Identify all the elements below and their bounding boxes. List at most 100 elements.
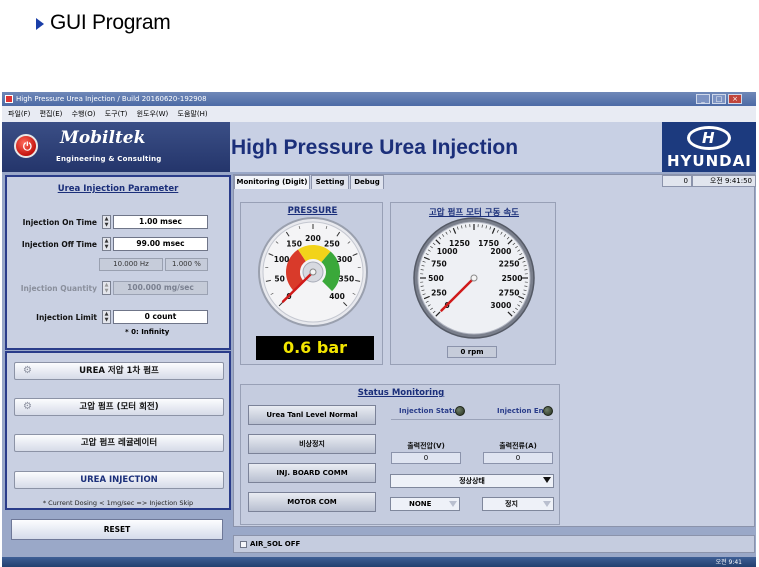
- off-time-input[interactable]: 99.00 msec: [113, 237, 208, 251]
- taskbar-clock: 오전 9:41: [715, 559, 742, 566]
- injection-status-led-icon: [455, 406, 465, 416]
- pressure-tick-label: 350: [339, 275, 355, 284]
- reset-button[interactable]: RESET: [11, 519, 223, 540]
- app-icon: [5, 95, 13, 103]
- window-titlebar: High Pressure Urea Injection / Build 201…: [2, 92, 756, 106]
- pressure-title: PRESSURE: [287, 206, 338, 216]
- hp-pump-button[interactable]: ⚙ 고압 펌프 (모터 회전): [14, 398, 224, 416]
- stop-dropdown[interactable]: 정지: [482, 497, 554, 511]
- regulator-button[interactable]: 고압 펌프 레귤레이터: [14, 434, 224, 452]
- mode-dropdown-value: NONE: [409, 500, 432, 508]
- out-voltage-label: 출력전압(V): [407, 442, 445, 450]
- hp-pump-label: 고압 펌프 (모터 회전): [79, 402, 159, 412]
- tank-level-button[interactable]: Urea Tanl Level Normal: [248, 405, 376, 425]
- quantity-input[interactable]: 100.000 mg/sec: [113, 281, 208, 295]
- pressure-band-2: [320, 251, 340, 292]
- limit-input[interactable]: 0 count: [113, 310, 208, 324]
- frequency-readout: 10.000 Hz: [99, 258, 163, 271]
- on-time-input[interactable]: 1.00 msec: [113, 215, 208, 229]
- menu-window[interactable]: 윈도우(W): [137, 110, 169, 118]
- rpm-gauge-panel: 고압 펌프 모터 구동 속도 0250500750100012501750200…: [390, 202, 556, 365]
- window-title: High Pressure Urea Injection / Build 201…: [16, 95, 207, 103]
- on-time-label: Injection On Time: [22, 218, 97, 227]
- pressure-tick-label: 200: [305, 234, 321, 243]
- pressure-gauge-panel: PRESSURE 050100150200250300350400 0.6 ba…: [240, 202, 383, 365]
- inj-board-comm-button[interactable]: INJ. BOARD COMM: [248, 463, 376, 483]
- rpm-gauge: 0250500750100012501750200022502500275030…: [413, 217, 535, 339]
- app-title: High Pressure Urea Injection: [231, 136, 519, 159]
- status-divider: [391, 419, 553, 420]
- injection-end-led-icon: [543, 406, 553, 416]
- out-voltage-field: 0: [391, 452, 461, 464]
- status-clock: 오전 9:41:50: [692, 175, 756, 187]
- state-dropdown[interactable]: 정상상태: [390, 474, 554, 488]
- chevron-down-icon: [449, 501, 457, 507]
- os-taskbar: 오전 9:41: [2, 557, 756, 567]
- pressure-needle-pivot: [309, 268, 317, 276]
- injection-parameter-panel: Urea Injection Parameter Injection On Ti…: [5, 175, 231, 350]
- rpm-tick-label: 750: [431, 259, 447, 268]
- maximize-icon[interactable]: □: [712, 94, 726, 104]
- chevron-down-icon: [543, 477, 551, 483]
- slide-title: GUI Program: [36, 11, 171, 35]
- quantity-label: Injection Quantity: [20, 284, 97, 293]
- partner-wordmark: HYUNDAI: [667, 152, 752, 170]
- rpm-tick-label: 2750: [499, 289, 520, 298]
- urea-pump-button[interactable]: ⚙ UREA 저압 1차 펌프: [14, 362, 224, 380]
- urea-injection-button[interactable]: UREA INJECTION: [14, 471, 224, 489]
- out-current-label: 출력전류(A): [499, 442, 537, 450]
- menu-run[interactable]: 수행(O): [72, 110, 96, 118]
- rpm-readout: 0 rpm: [447, 346, 497, 358]
- power-icon: ⏻: [23, 140, 32, 153]
- rpm-tick-label: 3000: [490, 301, 511, 310]
- off-time-spinner[interactable]: ▲ ▼: [102, 237, 111, 251]
- rpm-tick-label: 250: [431, 289, 447, 298]
- limit-spinner[interactable]: ▲ ▼: [102, 310, 111, 324]
- on-time-spinner[interactable]: ▲ ▼: [102, 215, 111, 229]
- dosing-note: * Current Dosing < 1mg/sec => Injection …: [42, 499, 194, 507]
- gear-icon: ⚙: [23, 401, 32, 412]
- air-sol-label: AIR_SOL OFF: [250, 540, 301, 548]
- air-sol-checkbox[interactable]: [240, 541, 247, 548]
- brand-panel: ⏻ Mobiltek Engineering & Consulting: [2, 122, 230, 172]
- menu-help[interactable]: 도움말(H): [178, 110, 208, 118]
- pressure-tick-label: 250: [324, 240, 340, 249]
- pressure-tick-label: 300: [337, 255, 353, 264]
- power-button[interactable]: ⏻: [14, 134, 38, 158]
- urea-injection-label: UREA INJECTION: [80, 475, 158, 485]
- menu-edit[interactable]: 편집(E): [40, 110, 63, 118]
- rpm-tick-label: 2250: [499, 259, 520, 268]
- control-button-panel: ⚙ UREA 저압 1차 펌프 ⚙ 고압 펌프 (모터 회전) 고압 펌프 레귤…: [5, 351, 231, 510]
- air-sol-strip: AIR_SOL OFF: [233, 535, 755, 553]
- gear-icon: ⚙: [23, 365, 32, 376]
- pressure-readout: 0.6 bar: [256, 336, 374, 360]
- infinity-note: * 0: Infinity: [125, 328, 170, 336]
- pressure-tick-label: 50: [274, 275, 284, 284]
- injection-status-label: Injection Status: [399, 407, 462, 415]
- app-window: High Pressure Urea Injection / Build 201…: [2, 92, 756, 567]
- brand-logo: Mobiltek: [60, 128, 146, 148]
- out-current-field: 0: [483, 452, 553, 464]
- rpm-tick-label: 1000: [437, 247, 458, 256]
- duty-readout: 1.000 %: [165, 258, 208, 271]
- regulator-label: 고압 펌프 레귤레이터: [80, 438, 158, 448]
- status-title: Status Monitoring: [357, 388, 445, 398]
- emergency-stop-button[interactable]: 비상정지: [248, 434, 376, 454]
- limit-label: Injection Limit: [36, 313, 97, 322]
- tab-monitoring[interactable]: Monitoring (Digit): [234, 175, 310, 189]
- motor-com-button[interactable]: MOTOR COM: [248, 492, 376, 512]
- pressure-band-1: [298, 245, 331, 263]
- tab-debug[interactable]: Debug: [350, 175, 384, 189]
- minimize-icon[interactable]: _: [696, 94, 710, 104]
- hyundai-emblem-icon: H: [687, 126, 731, 150]
- close-icon[interactable]: ×: [728, 94, 742, 104]
- menu-bar: 파일(F) 편집(E) 수행(O) 도구(T) 윈도우(W) 도움말(H): [2, 106, 756, 122]
- status-monitoring-panel: Status Monitoring Urea Tanl Level Normal…: [240, 384, 560, 525]
- rpm-tick-label: 2500: [502, 274, 523, 283]
- mode-dropdown[interactable]: NONE: [390, 497, 460, 511]
- tab-setting[interactable]: Setting: [311, 175, 349, 189]
- menu-file[interactable]: 파일(F): [8, 110, 30, 118]
- quantity-spinner[interactable]: ▲ ▼: [102, 281, 111, 295]
- partner-logo: H HYUNDAI: [662, 122, 756, 172]
- menu-tools[interactable]: 도구(T): [105, 110, 128, 118]
